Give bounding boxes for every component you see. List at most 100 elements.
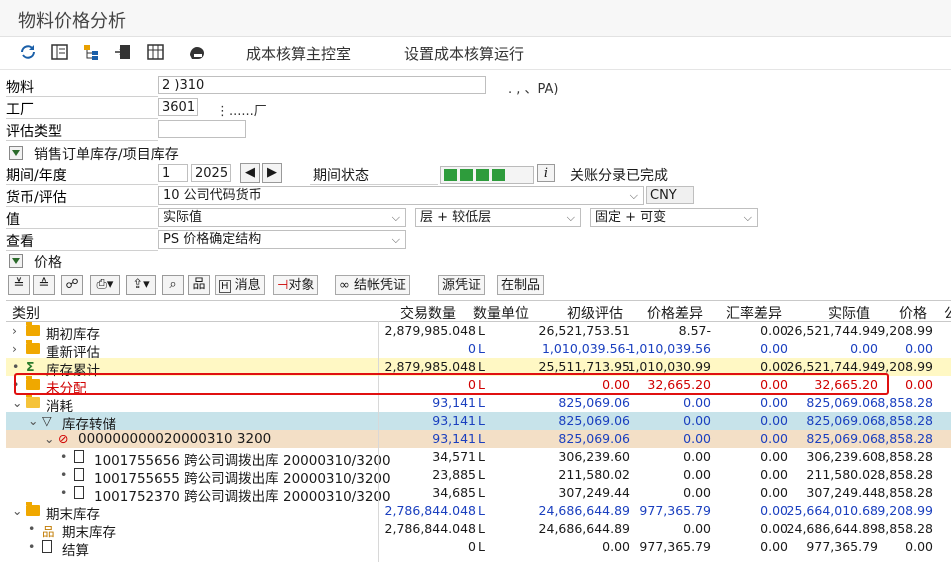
collapse-all-button[interactable]: ≙ — [33, 275, 55, 295]
settlement-doc-button[interactable]: ∞ 结帐凭证 — [335, 275, 410, 295]
table-row[interactable]: • 1001755655 跨公司调拨出库 20000310/3200 23,885 L… — [6, 466, 951, 487]
col-quantity[interactable]: 交易数量 — [400, 303, 456, 323]
valuation-type-label: 评估类型 — [6, 124, 62, 140]
tree-expander-icon[interactable]: • — [28, 521, 35, 536]
row-actual-value: 307,249.44 — [806, 485, 878, 500]
expand-toggle-icon[interactable] — [9, 146, 23, 160]
row-quantity: 0 — [468, 341, 476, 356]
row-price: 8,858.28 — [877, 431, 933, 446]
chevron-down-icon: ⌵ — [629, 189, 638, 202]
table-row[interactable]: ⌄ ⊘ 000000000020000310 3200 93,141 L 825,069.… — [6, 430, 951, 448]
chevron-down-icon: ⌵ — [391, 211, 400, 224]
row-quantity: 2,786,844.048 — [384, 521, 476, 536]
row-primary-valuation: 825,069.06 — [558, 413, 630, 428]
chevron-down-icon: ⌵ — [743, 211, 752, 224]
collapse-toggle-icon[interactable] — [9, 254, 23, 268]
info-button[interactable]: i — [537, 164, 555, 182]
col-unit[interactable]: 数量单位 — [473, 303, 529, 323]
find-button[interactable]: ☍ — [61, 275, 83, 295]
col-extra[interactable]: 公 — [944, 303, 951, 323]
row-unit: L — [478, 341, 485, 356]
tree-expander-icon[interactable]: • — [28, 539, 35, 554]
messages-button[interactable]: H 消息 — [215, 275, 265, 295]
row-quantity: 93,141 — [432, 431, 476, 446]
sales-order-stock-section[interactable]: 销售订单库存/项目库存 — [34, 144, 179, 164]
plant-field[interactable]: 3601 — [158, 98, 198, 116]
objects-button[interactable]: ⊣对象 — [273, 275, 319, 295]
tree-expander-icon[interactable]: • — [60, 449, 67, 464]
wip-button[interactable]: 在制品 — [497, 275, 545, 295]
table-row[interactable]: • 1001752370 跨公司调拨出库 20000310/3200 34,685 L… — [6, 484, 951, 505]
table-row[interactable]: ⌄ 消耗 93,141 L 825,069.06 0.00 0.00 825,069.06 8,… — [6, 394, 951, 415]
hierarchy-icon[interactable] — [82, 43, 102, 61]
view-select[interactable]: PS 价格确定结构 ⌵ — [158, 230, 406, 249]
table-row[interactable]: • 品期末库存 2,786,844.048 L 24,686,644.89 0.00 0.0… — [6, 520, 951, 541]
valuation-type-field[interactable] — [158, 120, 246, 138]
tree-expander-icon[interactable]: • — [12, 359, 19, 374]
tree-expander-icon[interactable]: › — [12, 323, 17, 338]
row-unit: L — [478, 467, 485, 482]
setup-costing-run-button[interactable]: 设置成本核算运行 — [404, 43, 524, 64]
costing-cockpit-button[interactable]: 成本核算主控室 — [246, 43, 351, 64]
table-row[interactable]: ⌄ 期末库存 2,786,844.048 L 24,686,644.89 977,365.… — [6, 502, 951, 523]
row-price: 8,858.28 — [877, 413, 933, 428]
row-category: 结算 — [62, 543, 89, 559]
expand-all-button[interactable]: ≚ — [8, 275, 30, 295]
window-titlebar: 物料价格分析 — [0, 0, 951, 37]
level-select[interactable]: 层 + 较低层 ⌵ — [415, 208, 581, 227]
value-select[interactable]: 实际值 ⌵ — [158, 208, 406, 227]
currency-select[interactable]: 10 公司代码货币 ⌵ — [158, 186, 644, 205]
col-actual-value[interactable]: 实际值 — [828, 303, 870, 323]
tree-expander-icon[interactable]: • — [60, 485, 67, 500]
message-icon: H — [219, 280, 231, 293]
period-field[interactable]: 1 — [158, 164, 188, 182]
document-icon — [74, 468, 84, 481]
row-unit: L — [478, 413, 485, 428]
tree-expander-icon[interactable]: ⌄ — [12, 503, 22, 518]
hand-icon[interactable] — [187, 43, 207, 61]
refresh-icon[interactable] — [18, 43, 38, 61]
export-grid-button[interactable]: ⇪▾ — [126, 275, 156, 295]
table-row[interactable]: › 期初库存 2,879,985.048 L 26,521,753.51 8.57- 0.0… — [6, 322, 951, 343]
col-price[interactable]: 价格 — [899, 303, 927, 323]
next-period-button[interactable]: ▶ — [262, 163, 282, 183]
row-primary-valuation: 26,521,753.51 — [538, 323, 630, 338]
tree-expander-icon[interactable]: › — [12, 341, 17, 356]
table-row[interactable]: ⌄ ▽ 库存转储 93,141 L 825,069.06 0.00 0.00 825,069.0… — [6, 412, 951, 433]
table-row[interactable]: › 重新评估 0 L 1,010,039.56- 1,010,039.56 0.00 0.00… — [6, 340, 951, 361]
details-button[interactable]: ⌕ — [162, 275, 184, 295]
object-icon: ⊣ — [277, 278, 289, 293]
view-label: 查看 — [6, 234, 34, 250]
row-actual-value: 825,069.06 — [806, 431, 878, 446]
hierarchy-button[interactable]: 品 — [188, 275, 210, 295]
material-field[interactable]: 2 )310 — [158, 76, 486, 94]
folder-icon — [26, 322, 40, 336]
table-row[interactable]: • 结算 0 L 0.00 977,365.79 0.00 977,365.79 0.00 — [6, 538, 951, 559]
list-icon[interactable] — [50, 43, 70, 61]
currency-label: 货币/评估 — [6, 190, 67, 206]
table-icon[interactable] — [146, 43, 166, 61]
row-exchange-difference: 0.00 — [760, 413, 788, 428]
col-category[interactable]: 类别 — [12, 303, 40, 323]
tree-expander-icon[interactable]: • — [60, 467, 67, 482]
row-unit: L — [478, 323, 485, 338]
row-quantity: 0 — [468, 539, 476, 554]
source-doc-button[interactable]: 源凭证 — [438, 275, 486, 295]
row-quantity: 2,786,844.048 — [384, 503, 476, 518]
tree-expander-icon[interactable]: ⌄ — [28, 413, 38, 428]
year-field[interactable]: 2025 — [191, 164, 231, 182]
col-exchange-difference[interactable]: 汇率差异 — [726, 303, 782, 323]
col-primary-valuation[interactable]: 初级评估 — [567, 303, 623, 323]
previous-period-button[interactable]: ◀ — [240, 163, 260, 183]
folder-icon — [26, 340, 40, 354]
table-row[interactable]: • 1001755656 跨公司调拨出库 20000310/3200 34,571 L… — [6, 448, 951, 469]
export-icon[interactable] — [114, 43, 134, 61]
col-price-difference[interactable]: 价格差异 — [647, 303, 703, 323]
magnifier-icon: ⌕ — [169, 277, 177, 292]
fixed-variable-select[interactable]: 固定 + 可变 ⌵ — [590, 208, 758, 227]
print-button[interactable]: ⎙▾ — [90, 275, 120, 295]
tree-expander-icon[interactable]: ⌄ — [12, 395, 22, 410]
row-exchange-difference: 0.00 — [760, 449, 788, 464]
row-actual-value: 306,239.60 — [806, 449, 878, 464]
tree-expander-icon[interactable]: ⌄ — [44, 431, 54, 446]
